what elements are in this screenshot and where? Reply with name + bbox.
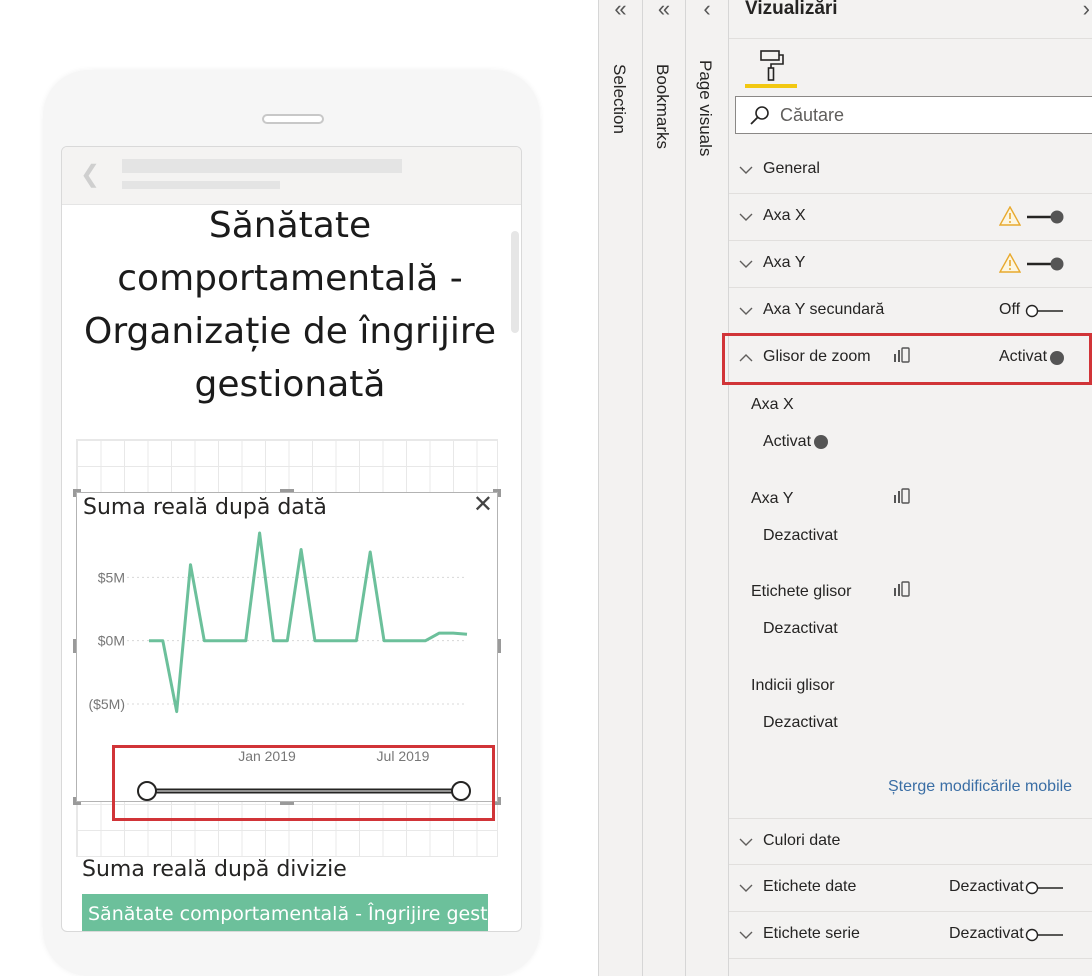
zoom-slider-highlight [112,745,495,821]
section-etichete-date[interactable]: Etichete date Dezactivat [729,865,1092,912]
mobile-format-icon [894,488,910,504]
phone-screen: ❮ Sănătate comportamentală - Organizație… [61,146,522,932]
pane-divider [729,38,1092,39]
section-label: Axa Y [763,254,806,271]
series-line [149,531,468,714]
toggle-knob[interactable] [813,434,829,450]
format-visual-tab[interactable] [745,46,797,88]
mobile-app-header: ❮ [62,147,521,205]
section-culori-date[interactable]: Culori date [729,818,1092,865]
header-placeholder-line [122,159,402,173]
division-chart-title: Suma reală după divizie [82,857,347,882]
toggle-switch-on[interactable] [1025,257,1065,271]
section-label: Etichete date [763,878,857,895]
toggle-state-label: Off [999,301,1021,318]
report-canvas: ❮ Sănătate comportamentală - Organizație… [0,0,598,976]
phone-speaker [262,114,324,124]
chevron-down-icon [739,884,753,892]
toggle-state-label: Dezactivat [949,925,1024,942]
visualizations-pane-title: Vizualizări [745,0,838,19]
search-icon [750,106,769,125]
section-label: Axa Y secundară [763,301,885,318]
section-general[interactable]: General [729,147,1092,194]
close-icon[interactable]: ✕ [473,493,493,517]
y-tick-label: $0M [98,633,125,649]
y-tick-label: ($5M) [88,696,125,712]
section-label: General [763,160,820,177]
report-title: Sănătate comportamentală - Organizație d… [84,205,496,405]
search-placeholder: Căutare [780,105,845,125]
warning-icon [999,253,1021,273]
division-bar[interactable]: Sănătate comportamentală - Îngrijire ges… [82,894,488,931]
resize-handle[interactable] [493,489,501,497]
selection-pane-collapsed[interactable]: « Selection [598,0,642,976]
page-visuals-pane-label[interactable]: Page visuals [695,60,715,156]
warning-icon [999,206,1021,226]
toggle-switch-off[interactable] [1025,304,1065,318]
selection-pane-label[interactable]: Selection [609,64,629,134]
chevron-down-icon [739,260,753,268]
section-label: Etichete serie [763,925,860,942]
setting-value-axa-x: Activat [763,433,812,450]
setting-label-etichete-glisor: Etichete glisor [751,583,852,600]
section-etichete-serie[interactable]: Etichete serie Dezactivat [729,912,1092,959]
active-tab-indicator [745,84,797,88]
page-visuals-pane-collapsed[interactable]: ‹ Page visuals [685,0,728,976]
chevron-down-icon [739,213,753,221]
screen-scrollbar[interactable] [511,231,519,333]
double-chevron-left-icon[interactable]: « [599,0,642,22]
paint-roller-icon [760,50,784,81]
chart-title: Suma reală după dată [83,495,327,520]
section-axa-y[interactable]: Axa Y [729,241,1092,288]
phone-frame: ❮ Sănătate comportamentală - Organizație… [43,70,540,976]
toggle-switch-on[interactable] [1025,210,1065,224]
resize-handle[interactable] [73,489,81,497]
y-tick-label: $5M [98,569,125,585]
chevron-down-icon [739,307,753,315]
search-input[interactable]: Căutare [735,96,1092,134]
chevron-left-icon[interactable]: ‹ [686,0,728,22]
setting-label-axa-x: Axa X [751,396,794,413]
mobile-format-icon [894,581,910,597]
chevron-down-icon [739,838,753,846]
section-label: Axa X [763,207,806,224]
toggle-state-label: Dezactivat [949,878,1024,895]
chevron-right-icon[interactable]: › [1083,0,1090,22]
setting-label-indicii-glisor: Indicii glisor [751,677,835,694]
setting-value-axa-y[interactable]: Dezactivat [763,527,838,545]
bookmarks-pane-collapsed[interactable]: « Bookmarks [642,0,685,976]
chevron-down-icon [739,931,753,939]
bookmarks-pane-label[interactable]: Bookmarks [652,64,672,149]
setting-label-axa-y: Axa Y [751,490,794,507]
section-axa-y-secundara[interactable]: Axa Y secundară Off [729,288,1092,335]
reset-mobile-changes-link[interactable]: Șterge modificările mobile [888,778,1072,796]
zoom-slider-setting-highlight [722,333,1092,385]
double-chevron-left-icon[interactable]: « [643,0,685,22]
toggle-switch-off[interactable] [1025,928,1065,942]
section-label: Culori date [763,832,841,849]
visualizations-pane: Vizualizări › Căutare General Axa X Axa … [728,0,1092,976]
setting-value-indicii-glisor[interactable]: Dezactivat [763,714,838,732]
setting-value-etichete-glisor[interactable]: Dezactivat [763,620,838,638]
header-placeholder-line [122,181,280,189]
back-arrow-icon[interactable]: ❮ [80,161,100,189]
section-axa-x[interactable]: Axa X [729,194,1092,241]
chevron-down-icon [739,166,753,174]
toggle-switch-off[interactable] [1025,881,1065,895]
